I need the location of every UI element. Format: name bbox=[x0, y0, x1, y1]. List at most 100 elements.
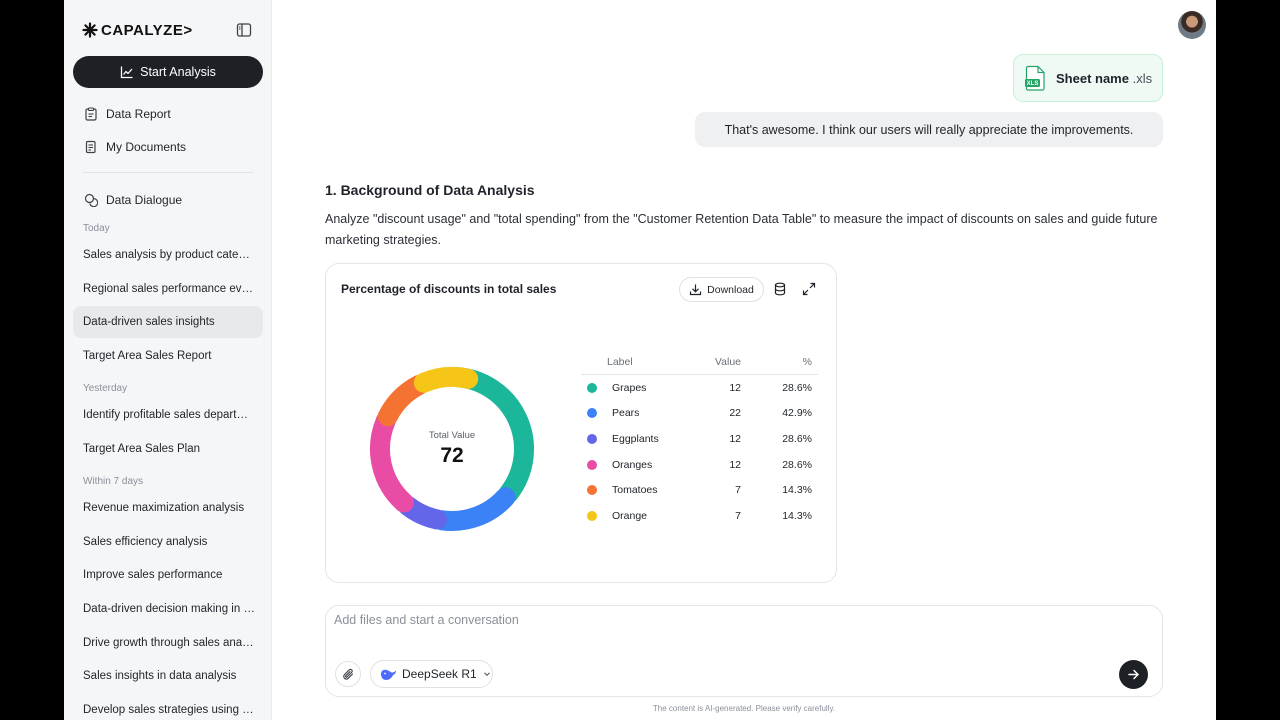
brand-name: CAPALYZE> bbox=[101, 21, 193, 39]
download-label: Download bbox=[707, 283, 754, 296]
legend-percent: 14.3% bbox=[782, 484, 812, 497]
legend-label: Orange bbox=[612, 509, 648, 522]
legend-label: Pears bbox=[612, 407, 640, 420]
legend-percent: 28.6% bbox=[782, 458, 812, 471]
sidebar-item-data-report[interactable]: Data Report bbox=[84, 104, 171, 124]
legend-label-cell: Pears bbox=[581, 407, 691, 419]
legend-color-dot bbox=[587, 408, 597, 419]
paperclip-icon bbox=[342, 668, 353, 680]
history-section-today: Today bbox=[83, 223, 110, 234]
sidebar-item-label: Data Dialogue bbox=[106, 193, 183, 207]
legend-percent: 28.6% bbox=[782, 381, 812, 394]
legend-percent: 28.6% bbox=[782, 432, 812, 445]
legend-header-label: Label bbox=[607, 355, 633, 368]
sidebar-item-data-dialogue[interactable]: Data Dialogue bbox=[84, 190, 182, 210]
legend-color-dot bbox=[587, 382, 597, 393]
asterisk-logo-icon bbox=[82, 22, 98, 38]
chat-main: XLS Sheet name .xls That's awesome. I th… bbox=[272, 0, 1216, 720]
user-avatar[interactable] bbox=[1178, 11, 1206, 39]
history-item[interactable]: Improve sales performance bbox=[73, 559, 263, 591]
legend-header-pct: % bbox=[802, 355, 812, 368]
sidebar-toggle-icon bbox=[236, 23, 252, 37]
send-button[interactable] bbox=[1119, 660, 1148, 689]
legend-value: 12 bbox=[729, 458, 741, 471]
donut-slice-orange[interactable] bbox=[413, 367, 479, 393]
sidebar-item-label: Data Report bbox=[106, 107, 171, 121]
brand-logo[interactable]: CAPALYZE> bbox=[82, 22, 193, 39]
history-item[interactable]: Sales analysis by product category bbox=[73, 239, 263, 271]
sidebar-item-my-documents[interactable]: My Documents bbox=[84, 137, 186, 157]
legend-label: Oranges bbox=[612, 458, 653, 471]
start-analysis-button[interactable]: Start Analysis bbox=[73, 56, 263, 88]
donut-center-label: Total Value bbox=[428, 430, 476, 441]
legend-row-tomatoes[interactable]: Tomatoes 7 14.3% bbox=[581, 477, 818, 503]
legend-header-value: Value bbox=[714, 355, 741, 368]
history-item[interactable]: Develop sales strategies using data bbox=[73, 694, 263, 720]
attach-button[interactable] bbox=[335, 661, 361, 687]
deepseek-whale-icon bbox=[381, 669, 396, 680]
legend-color-dot bbox=[587, 433, 597, 444]
donut-center-value: 72 bbox=[440, 444, 464, 467]
legend-rows: Grapes 12 28.6% Pears 22 42.9% Eggplants 12 28.6… bbox=[581, 375, 818, 529]
model-name: DeepSeek R1 bbox=[402, 667, 477, 681]
chart-card: Percentage of discounts in total sales D… bbox=[325, 263, 837, 583]
legend-row-orange[interactable]: Orange 7 14.3% bbox=[581, 503, 818, 529]
documents-icon bbox=[85, 140, 96, 154]
legend-color-dot bbox=[587, 459, 597, 470]
sidebar-toggle-button[interactable] bbox=[234, 20, 254, 40]
legend-label: Tomatoes bbox=[612, 484, 658, 497]
legend-value: 22 bbox=[729, 407, 741, 420]
xls-file-icon: XLS bbox=[1025, 65, 1045, 91]
legend-row-pears[interactable]: Pears 22 42.9% bbox=[581, 401, 818, 427]
history-item-active[interactable]: Data-driven sales insights bbox=[73, 306, 263, 338]
donut-slice-tomatoes[interactable] bbox=[377, 374, 430, 427]
download-icon bbox=[690, 284, 702, 296]
fullscreen-button[interactable] bbox=[799, 279, 819, 299]
history-item[interactable]: Sales insights in data analysis bbox=[73, 660, 263, 692]
legend-header: Label Value % bbox=[581, 349, 818, 375]
clipboard-icon bbox=[85, 107, 97, 121]
legend-label-cell: Oranges bbox=[581, 459, 691, 471]
app-window: CAPALYZE> Start Analysis Data Report My … bbox=[64, 0, 1216, 720]
xls-badge-text: XLS bbox=[1027, 81, 1039, 87]
database-icon bbox=[774, 282, 786, 296]
legend-label-cell: Orange bbox=[581, 510, 691, 522]
history-section-within-7-days: Within 7 days bbox=[83, 476, 144, 487]
history-item[interactable]: Drive growth through sales analysis bbox=[73, 627, 263, 659]
sidebar: CAPALYZE> Start Analysis Data Report My … bbox=[64, 0, 272, 720]
chart-legend-table: Label Value % Grapes 12 28.6% Pears 22 42.9% E… bbox=[581, 349, 818, 529]
file-extension: .xls bbox=[1132, 70, 1153, 86]
history-item[interactable]: Sales efficiency analysis bbox=[73, 526, 263, 558]
user-message-bubble: That's awesome. I think our users will r… bbox=[695, 112, 1163, 147]
expand-icon bbox=[802, 282, 816, 296]
arrow-right-icon bbox=[1128, 669, 1139, 680]
history-item[interactable]: Target Area Sales Report bbox=[73, 340, 263, 372]
legend-value: 12 bbox=[729, 432, 741, 445]
file-name: Sheet name .xls bbox=[1056, 70, 1153, 86]
model-selector[interactable]: DeepSeek R1 bbox=[370, 660, 493, 688]
message-input[interactable] bbox=[334, 613, 934, 627]
legend-label-cell: Tomatoes bbox=[581, 484, 691, 496]
history-item[interactable]: Identify profitable sales departments bbox=[73, 399, 263, 431]
composer: DeepSeek R1 bbox=[325, 605, 1163, 697]
data-source-button[interactable] bbox=[770, 279, 790, 299]
donut-slice-pears[interactable] bbox=[431, 487, 516, 531]
answer-heading: 1. Background of Data Analysis bbox=[325, 182, 535, 198]
answer-paragraph: Analyze "discount usage" and "total spen… bbox=[325, 212, 1158, 247]
history-item[interactable]: Regional sales performance evaluation bbox=[73, 273, 263, 305]
history-item[interactable]: Data-driven decision making in sales bbox=[73, 593, 263, 625]
history-item[interactable]: Revenue maximization analysis bbox=[73, 492, 263, 524]
attached-file-chip[interactable]: XLS Sheet name .xls bbox=[1013, 54, 1163, 102]
history-section-yesterday: Yesterday bbox=[83, 383, 128, 394]
legend-row-eggplants[interactable]: Eggplants 12 28.6% bbox=[581, 426, 818, 452]
legend-value: 7 bbox=[735, 484, 741, 497]
legend-row-grapes[interactable]: Grapes 12 28.6% bbox=[581, 375, 818, 401]
line-chart-icon bbox=[120, 66, 133, 79]
legend-label-cell: Eggplants bbox=[581, 433, 691, 445]
legend-color-dot bbox=[587, 485, 597, 496]
download-button[interactable]: Download bbox=[679, 277, 764, 302]
legend-row-oranges[interactable]: Oranges 12 28.6% bbox=[581, 452, 818, 478]
sidebar-item-label: My Documents bbox=[106, 140, 187, 154]
history-item[interactable]: Target Area Sales Plan bbox=[73, 433, 263, 465]
legend-color-dot bbox=[587, 510, 597, 521]
